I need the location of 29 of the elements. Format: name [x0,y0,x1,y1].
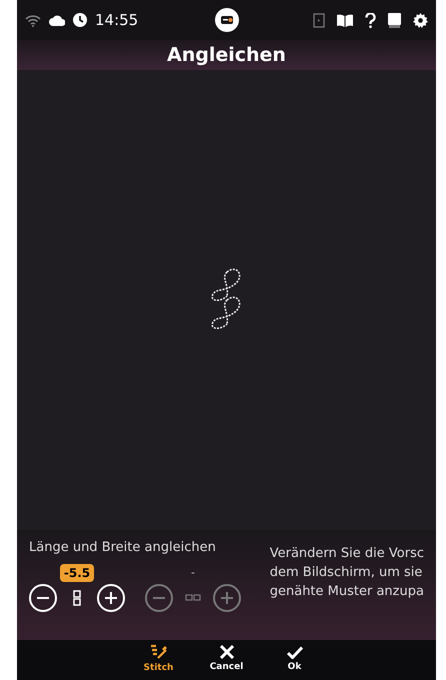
value-badge: -5.5 [60,564,94,582]
adjust-label: Länge und Breite angleichen [29,539,217,557]
wifi-icon [25,14,41,26]
minus-icon [37,596,49,598]
machine-status-icon [214,8,238,32]
book-icon[interactable] [337,14,353,26]
cloud-icon [49,14,65,26]
clock-icon [73,13,87,27]
cancel-button[interactable]: Cancel [206,645,246,675]
description-text: Verändern Sie die Vorsc [270,545,424,563]
status-time: 14:55 [95,10,138,31]
minus-icon [153,596,165,598]
door-icon[interactable] [313,12,325,28]
value-text: - [190,564,196,580]
stitch-button[interactable]: Stitch [138,644,178,676]
manual-icon[interactable] [388,12,401,28]
settings-icon[interactable] [413,12,428,28]
close-icon [220,645,234,660]
stitch-icon [150,644,168,660]
plus-icon [221,592,233,604]
stitch-width-icon [185,594,201,602]
plus-icon [105,592,117,604]
stitch-length-icon [73,590,81,606]
help-icon[interactable] [365,12,376,28]
ok-button[interactable]: Ok [274,646,314,674]
description-text: genähte Muster anzupa [270,583,424,601]
screen-title: Angleichen [167,42,286,68]
checkmark-icon [286,646,302,659]
description-text: dem Bildschirm, um sie [270,564,424,582]
